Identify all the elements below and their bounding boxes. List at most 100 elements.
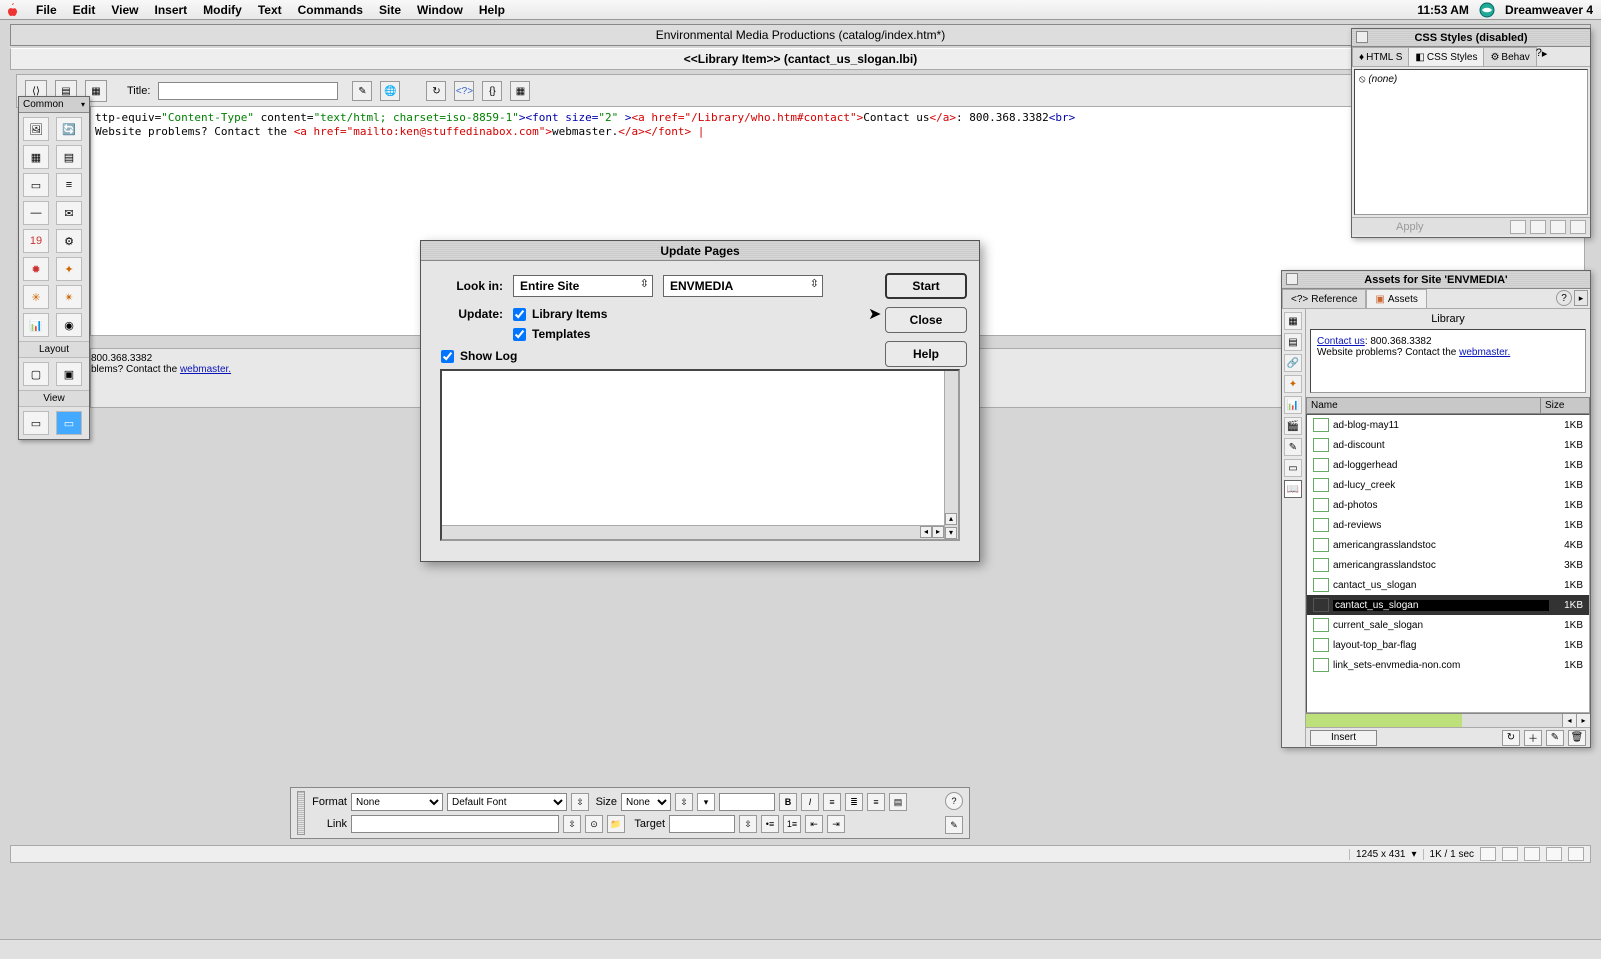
insert-flashtext-icon[interactable]: ✴	[56, 285, 82, 309]
menu-text[interactable]: Text	[250, 1, 290, 19]
format-select[interactable]: None	[351, 793, 443, 811]
view-options-button[interactable]: ▦	[510, 81, 530, 101]
scroll-left-icon[interactable]: ◂	[1562, 714, 1576, 727]
scroll-left-icon[interactable]: ◂	[920, 526, 932, 538]
library-items-checkbox[interactable]	[513, 308, 526, 321]
insert-layer-icon[interactable]: ▭	[23, 173, 49, 197]
window-scrollbar-zone[interactable]	[0, 939, 1601, 959]
assets-panel[interactable]: Assets for Site 'ENVMEDIA' <?>Reference …	[1281, 270, 1591, 748]
scroll-up-icon[interactable]: ▴	[945, 513, 957, 525]
apple-menu-icon[interactable]	[4, 2, 20, 18]
assets-list[interactable]: ad-blog-may111KBad-discount1KBad-loggerh…	[1306, 414, 1590, 713]
menu-window[interactable]: Window	[409, 1, 471, 19]
preview-webmaster-link[interactable]: webmaster.	[1459, 347, 1510, 358]
show-log-checkbox[interactable]	[441, 350, 454, 363]
list-item[interactable]: cantact_us_slogan1KB	[1307, 575, 1589, 595]
list-item[interactable]: americangrasslandstoc3KB	[1307, 555, 1589, 575]
size-select[interactable]: None	[621, 793, 671, 811]
objects-panel[interactable]: Common▾ 🖼 🔄 ▦ ▤ ▭ ≡ — ✉ 19 ⚙ ✹ ✦ ✳ ✴ 📊 ◉…	[18, 96, 90, 440]
colors-category-icon[interactable]: ▤	[1284, 333, 1302, 351]
refresh-assets-icon[interactable]: ↻	[1502, 730, 1520, 746]
list-item[interactable]: layout-top_bar-flag1KB	[1307, 635, 1589, 655]
edit-asset-icon[interactable]: ✎	[1546, 730, 1564, 746]
indent-icon[interactable]: ⇥	[827, 815, 845, 833]
chevron-down-icon[interactable]: ▾	[81, 100, 85, 109]
close-icon[interactable]	[1286, 273, 1298, 285]
templates-category-icon[interactable]: ▭	[1284, 459, 1302, 477]
layout-cell-icon[interactable]: ▢	[23, 362, 49, 386]
insert-shockwave-icon[interactable]: 📊	[23, 313, 49, 337]
objects-panel-header[interactable]: Common▾	[19, 97, 89, 113]
close-icon[interactable]	[1356, 31, 1368, 43]
reference-tab[interactable]: <?>Reference	[1282, 289, 1366, 308]
grip-icon[interactable]	[297, 791, 305, 835]
css-styles-panel[interactable]: CSS Styles (disabled) ♦HTML S ◧CSS Style…	[1351, 28, 1591, 238]
quick-tag-editor-icon[interactable]: ✎	[945, 816, 963, 834]
assets-panel-title-bar[interactable]: Assets for Site 'ENVMEDIA'	[1282, 271, 1590, 289]
scroll-down-icon[interactable]: ▾	[945, 527, 957, 539]
insert-rollover-icon[interactable]: 🔄	[56, 117, 82, 141]
css-styles-list[interactable]: ⦸ (none)	[1354, 69, 1588, 215]
outdent-icon[interactable]: ⇤	[805, 815, 823, 833]
refresh-button[interactable]: ↻	[426, 81, 446, 101]
ordered-list-icon[interactable]: 1≡	[783, 815, 801, 833]
trash-icon[interactable]	[1570, 220, 1586, 234]
scripts-category-icon[interactable]: ✎	[1284, 438, 1302, 456]
preview-webmaster-link[interactable]: webmaster.	[180, 364, 231, 375]
shockwave-category-icon[interactable]: 📊	[1284, 396, 1302, 414]
list-item[interactable]: ad-photos1KB	[1307, 495, 1589, 515]
reference-button[interactable]: <?>	[454, 81, 474, 101]
log-horizontal-scrollbar[interactable]: ▸ ◂	[442, 525, 944, 539]
color-swatch[interactable]: ▾	[697, 793, 715, 811]
assets-list-header[interactable]: Name Size	[1306, 397, 1590, 414]
bold-icon[interactable]: B	[779, 793, 797, 811]
preview-contact-link[interactable]: Contact us	[1317, 336, 1365, 347]
font-select[interactable]: Default Font	[447, 793, 567, 811]
browse-folder-icon[interactable]: 📁	[607, 815, 625, 833]
status-icon-5[interactable]	[1568, 847, 1584, 861]
close-button[interactable]: Close	[885, 307, 967, 333]
align-left-icon[interactable]: ≡	[823, 793, 841, 811]
insert-image-icon[interactable]: 🖼	[23, 117, 49, 141]
dim-menu-icon[interactable]: ▾	[1412, 849, 1417, 860]
panel-menu-icon[interactable]: ▸	[1542, 47, 1548, 66]
align-center-icon[interactable]: ≣	[845, 793, 863, 811]
css-styles-tab[interactable]: ◧CSS Styles	[1408, 47, 1484, 66]
target-input[interactable]	[669, 815, 735, 833]
status-icon-2[interactable]	[1502, 847, 1518, 861]
trash-icon[interactable]: 🗑	[1568, 730, 1586, 746]
status-icon-1[interactable]	[1480, 847, 1496, 861]
link-input[interactable]	[351, 815, 559, 833]
align-right-icon[interactable]: ≡	[867, 793, 885, 811]
insert-table-icon[interactable]: ▦	[23, 145, 49, 169]
templates-checkbox[interactable]	[513, 328, 526, 341]
menu-view[interactable]: View	[103, 1, 146, 19]
insert-date-icon[interactable]: 19	[23, 229, 49, 253]
standard-view-icon[interactable]: ▭	[23, 411, 49, 435]
new-style-icon[interactable]	[1510, 220, 1526, 234]
size-column-header[interactable]: Size	[1541, 398, 1589, 413]
menu-site[interactable]: Site	[371, 1, 409, 19]
align-justify-icon[interactable]: ▤	[889, 793, 907, 811]
menu-modify[interactable]: Modify	[195, 1, 250, 19]
behaviors-tab[interactable]: ⚙Behav	[1483, 47, 1536, 66]
insert-email-icon[interactable]: ✉	[56, 201, 82, 225]
log-textarea[interactable]: ▴ ▾ ▸ ◂	[440, 369, 960, 541]
site-select[interactable]: ENVMEDIA	[663, 275, 823, 297]
none-style-item[interactable]: (none)	[1368, 74, 1397, 85]
start-button[interactable]: Start	[885, 273, 967, 299]
css-panel-title-bar[interactable]: CSS Styles (disabled)	[1352, 29, 1590, 47]
insert-server-icon[interactable]: ⚙	[56, 229, 82, 253]
list-item[interactable]: ad-reviews1KB	[1307, 515, 1589, 535]
edit-style-icon[interactable]	[1550, 220, 1566, 234]
font-stepper-icon[interactable]: ⇳	[571, 793, 589, 811]
menu-help[interactable]: Help	[471, 1, 513, 19]
fireworks-button[interactable]: ✎	[352, 81, 372, 101]
list-item[interactable]: ad-loggerhead1KB	[1307, 455, 1589, 475]
lookin-select[interactable]: Entire Site	[513, 275, 653, 297]
assets-tab[interactable]: ▣Assets	[1366, 289, 1426, 308]
document-title-input[interactable]	[158, 82, 338, 100]
insert-flashbtn-icon[interactable]: ✳	[23, 285, 49, 309]
menu-edit[interactable]: Edit	[65, 1, 104, 19]
html-styles-tab[interactable]: ♦HTML S	[1352, 47, 1409, 66]
